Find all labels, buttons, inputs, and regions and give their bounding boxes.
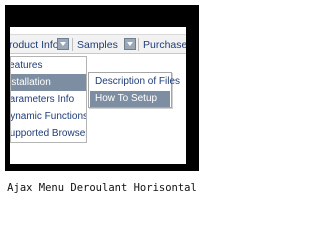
menu-separator [72, 38, 73, 51]
submenu-item-parameters-info[interactable]: Parameters Info [11, 91, 86, 108]
caption-text: Ajax Menu Deroulant Horisontal [7, 182, 197, 194]
menu-item-purchase[interactable]: Purchase [143, 37, 186, 53]
menu-bar: Product Info Samples Purchase [10, 34, 186, 54]
dropdown-arrow-icon[interactable] [57, 38, 69, 50]
menu-item-samples[interactable]: Samples [77, 37, 118, 53]
submenu-item-supported-browsers[interactable]: Supported Browsers [11, 125, 86, 142]
dropdown-arrow-icon[interactable] [124, 38, 136, 50]
submenu-item-description-of-files[interactable]: Description of Files [90, 74, 180, 90]
submenu-item-dynamic-functions[interactable]: Dynamic Functions [11, 108, 86, 125]
menu-preview: Product Info Samples Purchase Features I… [10, 27, 186, 164]
menu-separator [138, 38, 139, 51]
menu-item-product-info[interactable]: Product Info [10, 37, 59, 53]
submenu-installation: Description of Files How To Setup [88, 72, 180, 108]
preview-frame: Product Info Samples Purchase Features I… [5, 5, 199, 171]
submenu-item-how-to-setup[interactable]: How To Setup [90, 91, 170, 107]
submenu-product-info: Features Installation Parameters Info Dy… [10, 56, 87, 143]
submenu-item-features[interactable]: Features [11, 57, 86, 74]
submenu-item-installation[interactable]: Installation [11, 74, 86, 91]
